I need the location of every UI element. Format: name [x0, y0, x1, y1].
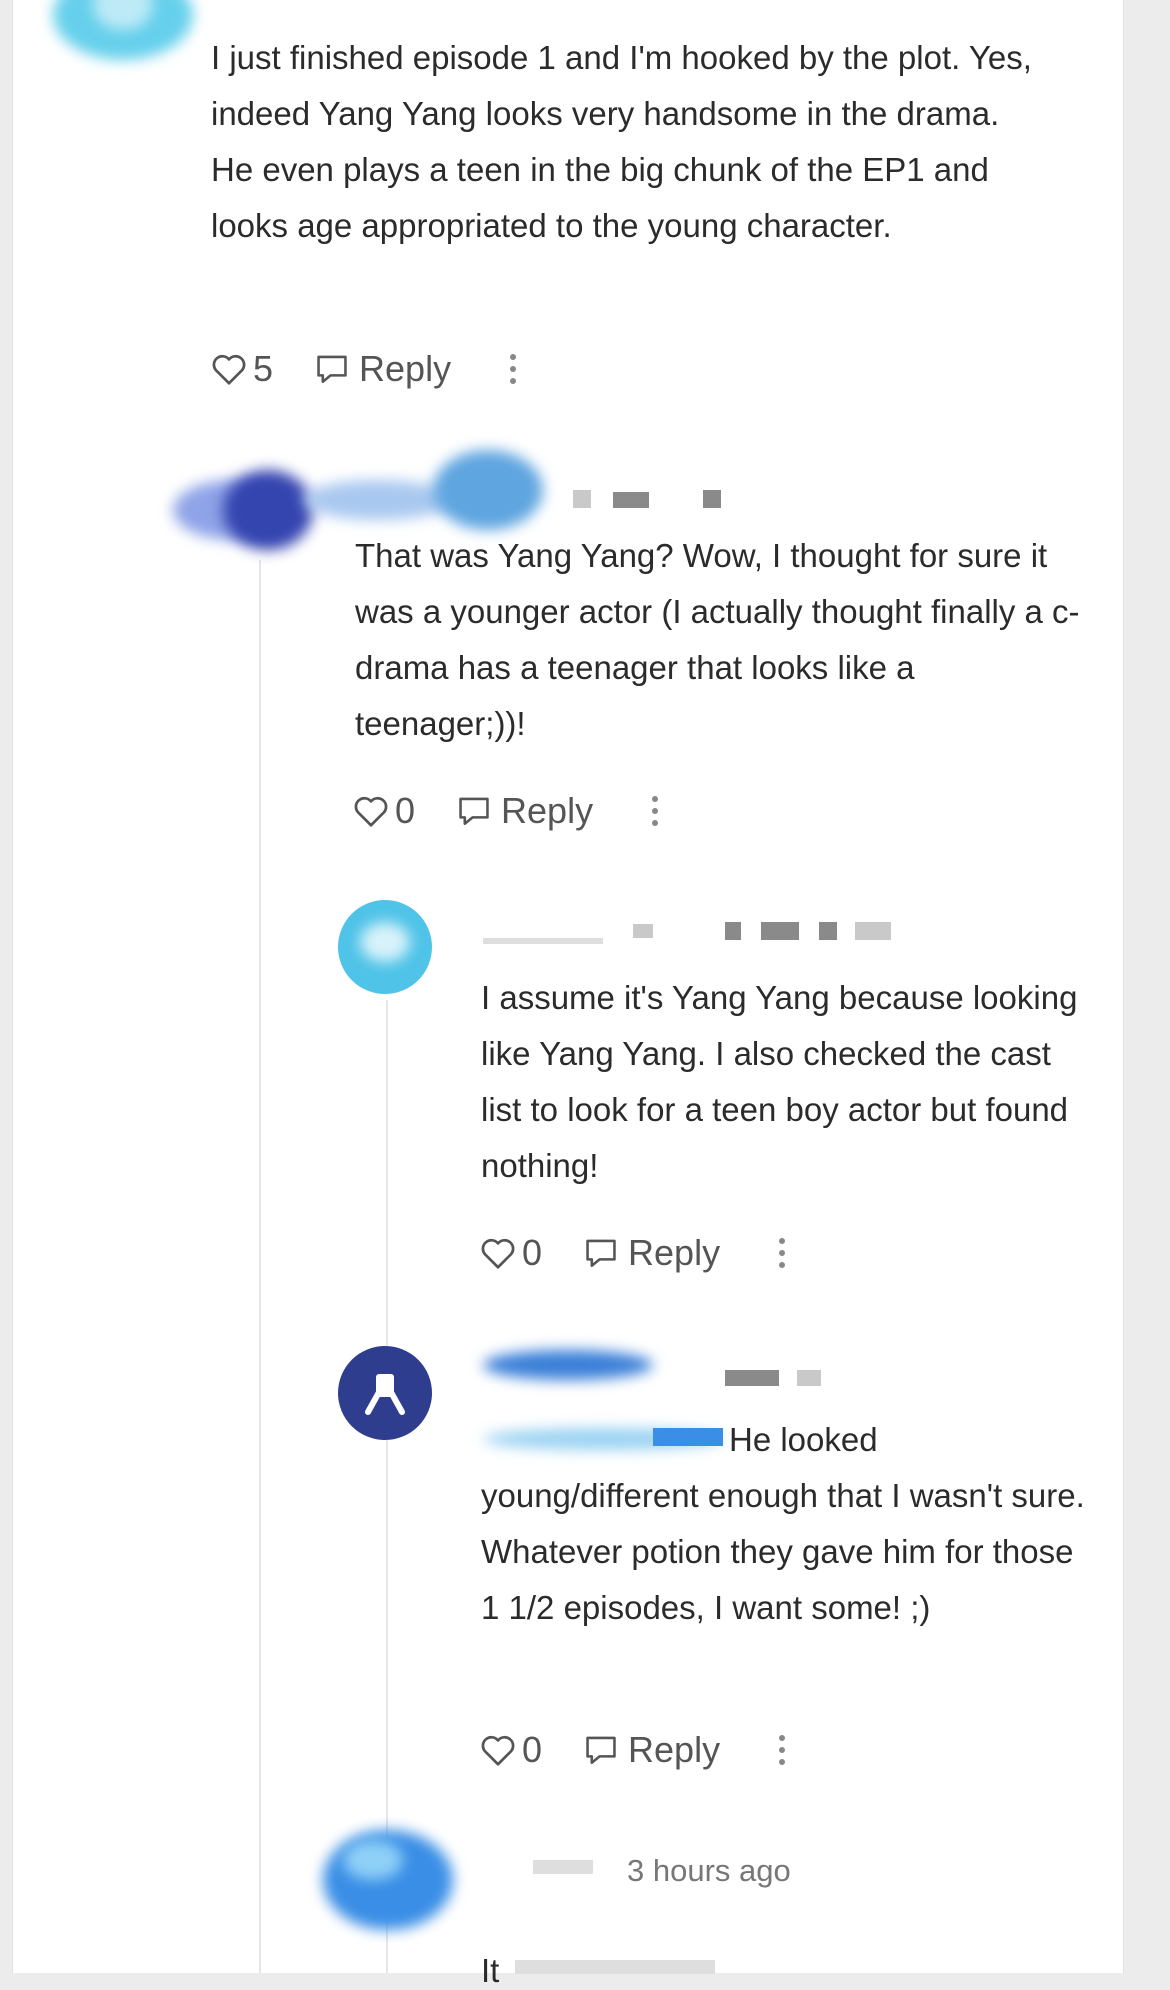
redacted-username [483, 1350, 653, 1380]
comment-actions: 0 Reply [480, 1725, 788, 1775]
heart-outline-icon [481, 1735, 515, 1766]
heart-outline-icon [354, 796, 388, 827]
comment-bubble-icon [459, 797, 489, 826]
redacted-username [725, 1370, 779, 1386]
reply-label: Reply [501, 790, 594, 831]
redacted-username [725, 922, 741, 940]
reply-button[interactable]: Reply [584, 1232, 720, 1274]
avatar[interactable] [313, 1820, 463, 1940]
more-vertical-icon[interactable] [776, 1735, 788, 1765]
like-count: 0 [395, 790, 416, 831]
comment-body: He looked young/different enough that I … [481, 1412, 1091, 1636]
comment-body: That was Yang Yang? Wow, I thought for s… [355, 537, 1080, 742]
thread-line-level-1 [259, 560, 261, 1973]
like-button[interactable]: 0 [480, 1729, 542, 1771]
redacted-username [633, 924, 653, 938]
heart-outline-icon [481, 1238, 515, 1269]
redacted-username [761, 922, 799, 940]
avatar[interactable] [338, 1346, 432, 1440]
comment-bubble-icon [586, 1239, 616, 1268]
reply-label: Reply [628, 1729, 721, 1770]
timestamp: 3 hours ago [627, 1853, 791, 1888]
redacted-username [533, 1860, 593, 1874]
reply-label: Reply [628, 1232, 721, 1273]
redacted-username [819, 922, 837, 940]
reply-button[interactable]: Reply [457, 790, 593, 832]
comment-body-partial: It [481, 1952, 500, 1989]
like-button[interactable]: 0 [480, 1232, 542, 1274]
more-vertical-icon[interactable] [507, 354, 519, 384]
like-button[interactable]: 0 [353, 790, 415, 832]
redacted-username [855, 922, 891, 940]
comment-actions: 0 Reply [353, 786, 661, 836]
comment-actions: 0 Reply [480, 1228, 788, 1278]
redacted-username [797, 1370, 821, 1386]
comment-body: I just finished episode 1 and I'm hooked… [211, 39, 1032, 244]
redacted-username [613, 492, 649, 508]
redacted-username [483, 938, 603, 944]
avatar[interactable] [338, 900, 432, 994]
like-button[interactable]: 5 [211, 348, 273, 390]
reply-button[interactable]: Reply [315, 348, 451, 390]
comment-body-text: He looked young/different enough that I … [481, 1421, 1085, 1626]
reply-button[interactable]: Reply [584, 1729, 720, 1771]
redacted-username [573, 490, 591, 508]
comment-body: I assume it's Yang Yang because looking … [481, 979, 1078, 1184]
redacted-username [703, 490, 721, 508]
user-silhouette-icon [365, 1374, 405, 1415]
comment-bubble-icon [317, 355, 347, 384]
comment-actions: 5 Reply [211, 344, 519, 394]
like-count: 5 [253, 348, 274, 389]
like-count: 0 [522, 1232, 543, 1273]
comment-bubble-icon [586, 1736, 616, 1765]
like-count: 0 [522, 1729, 543, 1770]
comment-thread-card: I just finished episode 1 and I'm hooked… [12, 0, 1124, 1989]
reply-label: Reply [359, 348, 452, 389]
avatar[interactable] [53, 0, 193, 60]
more-vertical-icon[interactable] [649, 796, 661, 826]
more-vertical-icon[interactable] [776, 1238, 788, 1268]
heart-outline-icon [212, 354, 246, 385]
redacted-text [515, 1960, 715, 1974]
